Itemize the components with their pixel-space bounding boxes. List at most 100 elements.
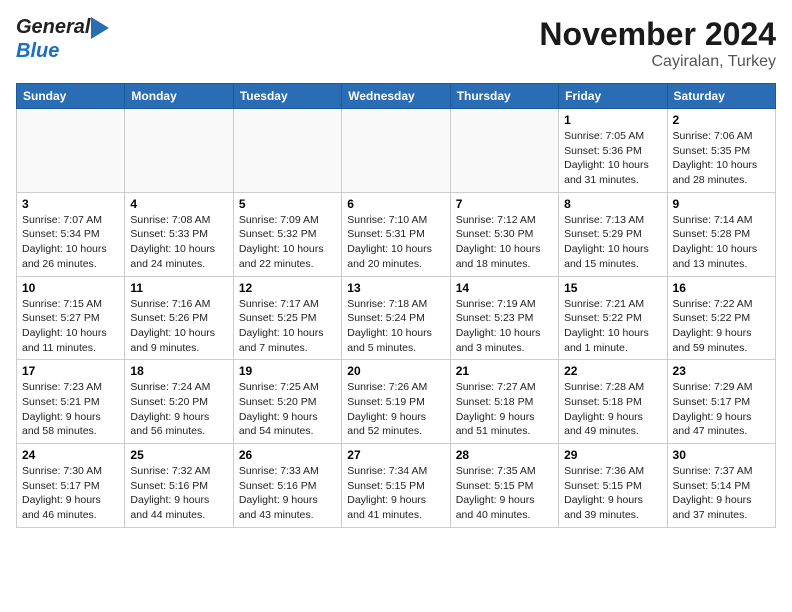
day-number: 30	[673, 448, 770, 462]
day-number: 18	[130, 364, 227, 378]
day-number: 2	[673, 113, 770, 127]
day-info: Sunrise: 7:09 AM Sunset: 5:32 PM Dayligh…	[239, 213, 336, 272]
day-info: Sunrise: 7:32 AM Sunset: 5:16 PM Dayligh…	[130, 464, 227, 523]
page-header: General Blue November 2024 Cayiralan, Tu…	[16, 16, 776, 71]
location-label: Cayiralan, Turkey	[539, 53, 776, 71]
weekday-header-sunday: Sunday	[17, 84, 125, 109]
calendar-cell: 7 Sunrise: 7:12 AM Sunset: 5:30 PM Daylig…	[450, 192, 558, 276]
calendar-cell: 8 Sunrise: 7:13 AM Sunset: 5:29 PM Daylig…	[559, 192, 667, 276]
logo-general: General	[16, 16, 90, 39]
day-info: Sunrise: 7:12 AM Sunset: 5:30 PM Dayligh…	[456, 213, 553, 272]
calendar-cell: 19 Sunrise: 7:25 AM Sunset: 5:20 PM Dayli…	[233, 360, 341, 444]
day-number: 16	[673, 281, 770, 295]
calendar-header-row: SundayMondayTuesdayWednesdayThursdayFrid…	[17, 84, 776, 109]
day-number: 28	[456, 448, 553, 462]
day-number: 22	[564, 364, 661, 378]
day-number: 17	[22, 364, 119, 378]
day-info: Sunrise: 7:15 AM Sunset: 5:27 PM Dayligh…	[22, 297, 119, 356]
calendar-cell: 20 Sunrise: 7:26 AM Sunset: 5:19 PM Dayli…	[342, 360, 450, 444]
logo: General Blue	[16, 16, 109, 63]
day-number: 14	[456, 281, 553, 295]
day-info: Sunrise: 7:34 AM Sunset: 5:15 PM Dayligh…	[347, 464, 444, 523]
day-info: Sunrise: 7:10 AM Sunset: 5:31 PM Dayligh…	[347, 213, 444, 272]
day-info: Sunrise: 7:30 AM Sunset: 5:17 PM Dayligh…	[22, 464, 119, 523]
day-number: 8	[564, 197, 661, 211]
weekday-header-tuesday: Tuesday	[233, 84, 341, 109]
weekday-header-wednesday: Wednesday	[342, 84, 450, 109]
calendar-cell: 17 Sunrise: 7:23 AM Sunset: 5:21 PM Dayli…	[17, 360, 125, 444]
calendar-cell: 23Sunrise: 7:29 AM Sunset: 5:17 PM Dayli…	[667, 360, 775, 444]
day-number: 10	[22, 281, 119, 295]
day-number: 19	[239, 364, 336, 378]
day-number: 26	[239, 448, 336, 462]
calendar-cell	[233, 109, 341, 193]
calendar-week-2: 3 Sunrise: 7:07 AM Sunset: 5:34 PM Daylig…	[17, 192, 776, 276]
calendar-cell: 13Sunrise: 7:18 AM Sunset: 5:24 PM Dayli…	[342, 276, 450, 360]
calendar-cell	[17, 109, 125, 193]
calendar-week-1: 1 Sunrise: 7:05 AM Sunset: 5:36 PM Daylig…	[17, 109, 776, 193]
weekday-header-thursday: Thursday	[450, 84, 558, 109]
calendar-cell: 12Sunrise: 7:17 AM Sunset: 5:25 PM Dayli…	[233, 276, 341, 360]
day-number: 3	[22, 197, 119, 211]
logo-arrow-icon	[91, 17, 109, 39]
calendar-cell: 26 Sunrise: 7:33 AM Sunset: 5:16 PM Dayli…	[233, 444, 341, 528]
day-info: Sunrise: 7:22 AM Sunset: 5:22 PM Dayligh…	[673, 297, 770, 356]
day-info: Sunrise: 7:37 AM Sunset: 5:14 PM Dayligh…	[673, 464, 770, 523]
calendar-table: SundayMondayTuesdayWednesdayThursdayFrid…	[16, 83, 776, 528]
day-number: 13	[347, 281, 444, 295]
calendar-cell: 18 Sunrise: 7:24 AM Sunset: 5:20 PM Dayli…	[125, 360, 233, 444]
calendar-cell: 15 Sunrise: 7:21 AM Sunset: 5:22 PM Dayli…	[559, 276, 667, 360]
day-info: Sunrise: 7:17 AM Sunset: 5:25 PM Dayligh…	[239, 297, 336, 356]
day-info: Sunrise: 7:28 AM Sunset: 5:18 PM Dayligh…	[564, 380, 661, 439]
day-number: 20	[347, 364, 444, 378]
calendar-cell: 25 Sunrise: 7:32 AM Sunset: 5:16 PM Dayli…	[125, 444, 233, 528]
day-number: 15	[564, 281, 661, 295]
day-number: 9	[673, 197, 770, 211]
calendar-cell: 16 Sunrise: 7:22 AM Sunset: 5:22 PM Dayli…	[667, 276, 775, 360]
day-number: 25	[130, 448, 227, 462]
calendar-cell	[342, 109, 450, 193]
month-title: November 2024	[539, 16, 776, 53]
calendar-cell	[450, 109, 558, 193]
day-info: Sunrise: 7:27 AM Sunset: 5:18 PM Dayligh…	[456, 380, 553, 439]
weekday-header-monday: Monday	[125, 84, 233, 109]
day-info: Sunrise: 7:16 AM Sunset: 5:26 PM Dayligh…	[130, 297, 227, 356]
calendar-cell: 29Sunrise: 7:36 AM Sunset: 5:15 PM Dayli…	[559, 444, 667, 528]
day-number: 5	[239, 197, 336, 211]
day-info: Sunrise: 7:23 AM Sunset: 5:21 PM Dayligh…	[22, 380, 119, 439]
calendar-cell	[125, 109, 233, 193]
day-info: Sunrise: 7:35 AM Sunset: 5:15 PM Dayligh…	[456, 464, 553, 523]
day-number: 11	[130, 281, 227, 295]
weekday-header-friday: Friday	[559, 84, 667, 109]
day-info: Sunrise: 7:13 AM Sunset: 5:29 PM Dayligh…	[564, 213, 661, 272]
day-info: Sunrise: 7:25 AM Sunset: 5:20 PM Dayligh…	[239, 380, 336, 439]
day-info: Sunrise: 7:07 AM Sunset: 5:34 PM Dayligh…	[22, 213, 119, 272]
calendar-cell: 3 Sunrise: 7:07 AM Sunset: 5:34 PM Daylig…	[17, 192, 125, 276]
calendar-cell: 5 Sunrise: 7:09 AM Sunset: 5:32 PM Daylig…	[233, 192, 341, 276]
calendar-cell: 27Sunrise: 7:34 AM Sunset: 5:15 PM Dayli…	[342, 444, 450, 528]
calendar-cell: 10 Sunrise: 7:15 AM Sunset: 5:27 PM Dayli…	[17, 276, 125, 360]
day-info: Sunrise: 7:05 AM Sunset: 5:36 PM Dayligh…	[564, 129, 661, 188]
day-info: Sunrise: 7:26 AM Sunset: 5:19 PM Dayligh…	[347, 380, 444, 439]
calendar-cell: 1 Sunrise: 7:05 AM Sunset: 5:36 PM Daylig…	[559, 109, 667, 193]
day-info: Sunrise: 7:08 AM Sunset: 5:33 PM Dayligh…	[130, 213, 227, 272]
day-info: Sunrise: 7:24 AM Sunset: 5:20 PM Dayligh…	[130, 380, 227, 439]
calendar-cell: 6Sunrise: 7:10 AM Sunset: 5:31 PM Daylig…	[342, 192, 450, 276]
day-number: 23	[673, 364, 770, 378]
logo-blue: Blue	[16, 40, 59, 62]
day-info: Sunrise: 7:06 AM Sunset: 5:35 PM Dayligh…	[673, 129, 770, 188]
day-number: 24	[22, 448, 119, 462]
day-info: Sunrise: 7:36 AM Sunset: 5:15 PM Dayligh…	[564, 464, 661, 523]
calendar-cell: 14Sunrise: 7:19 AM Sunset: 5:23 PM Dayli…	[450, 276, 558, 360]
calendar-cell: 24 Sunrise: 7:30 AM Sunset: 5:17 PM Dayli…	[17, 444, 125, 528]
day-info: Sunrise: 7:33 AM Sunset: 5:16 PM Dayligh…	[239, 464, 336, 523]
calendar-cell: 30 Sunrise: 7:37 AM Sunset: 5:14 PM Dayli…	[667, 444, 775, 528]
day-number: 7	[456, 197, 553, 211]
calendar-cell: 22 Sunrise: 7:28 AM Sunset: 5:18 PM Dayli…	[559, 360, 667, 444]
day-info: Sunrise: 7:21 AM Sunset: 5:22 PM Dayligh…	[564, 297, 661, 356]
day-number: 1	[564, 113, 661, 127]
calendar-cell: 4Sunrise: 7:08 AM Sunset: 5:33 PM Daylig…	[125, 192, 233, 276]
calendar-week-4: 17 Sunrise: 7:23 AM Sunset: 5:21 PM Dayli…	[17, 360, 776, 444]
title-block: November 2024 Cayiralan, Turkey	[539, 16, 776, 71]
day-number: 21	[456, 364, 553, 378]
